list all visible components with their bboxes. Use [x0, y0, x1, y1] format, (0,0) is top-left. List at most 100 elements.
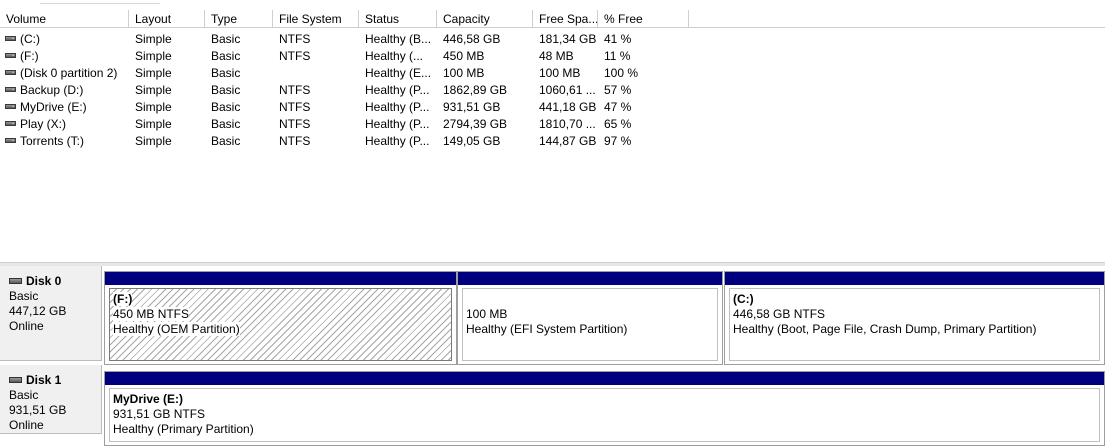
drive-icon [5, 53, 16, 58]
cell-volume: Backup (D:) [20, 83, 84, 97]
drive-icon [5, 138, 16, 143]
cell-volume: Torrents (T:) [20, 134, 85, 148]
cell-layout: Simple [135, 32, 172, 46]
cell-percent-free: 47 % [604, 100, 632, 114]
cell-layout: Simple [135, 117, 172, 131]
cell-type: Basic [211, 49, 241, 63]
disk-row-0: Disk 0 Basic 447,12 GB Online (F:) 450 MB NTF… [0, 266, 1105, 365]
cell-percent-free: 65 % [604, 117, 632, 131]
disk-map: Disk 0 Basic 447,12 GB Online (F:) 450 MB NTF… [0, 266, 1105, 446]
partition-bar [105, 272, 456, 285]
column-header-free-space[interactable]: Free Spa... [533, 10, 598, 28]
cell-status: Healthy (B... [365, 32, 432, 46]
drive-icon [5, 70, 16, 75]
table-row[interactable]: MyDrive (E:) Simple Basic NTFS Healthy (P...… [0, 98, 1105, 115]
cell-file-system: NTFS [279, 117, 311, 131]
cell-percent-free: 57 % [604, 83, 632, 97]
cell-file-system: NTFS [279, 32, 311, 46]
partition-status: Healthy (Boot, Page File, Crash Dump, Pr… [733, 322, 1037, 336]
disk-name: Disk 1 [9, 373, 101, 388]
cell-file-system: NTFS [279, 83, 311, 97]
column-header-status[interactable]: Status [359, 10, 437, 28]
disk-size: 447,12 GB [9, 304, 67, 318]
partition-bar [458, 272, 722, 285]
column-header-type[interactable]: Type [205, 10, 273, 28]
cell-capacity: 931,51 GB [443, 100, 501, 114]
disk-type: Basic [9, 289, 39, 303]
partition-status: Healthy (OEM Partition) [113, 322, 240, 336]
cell-free-space: 100 MB [539, 66, 581, 80]
disk-icon [9, 377, 22, 383]
cell-file-system: NTFS [279, 49, 311, 63]
cell-percent-free: 41 % [604, 32, 632, 46]
partition-title: (C:) [733, 292, 754, 306]
partition-details: (F:) 450 MB NTFS Healthy (OEM Partition) [109, 288, 452, 361]
table-row[interactable]: Torrents (T:) Simple Basic NTFS Healthy (P..… [0, 132, 1105, 149]
disk-state: Online [9, 418, 44, 432]
partition-details: (C:) 446,58 GB NTFS Healthy (Boot, Page Fi… [729, 288, 1100, 361]
disk-label[interactable]: Disk 0 Basic 447,12 GB Online [0, 266, 102, 361]
cell-type: Basic [211, 83, 241, 97]
cell-volume: MyDrive (E:) [20, 100, 87, 114]
cell-volume: Play (X:) [20, 117, 67, 131]
cell-type: Basic [211, 134, 241, 148]
cell-layout: Simple [135, 66, 172, 80]
cell-status: Healthy (P... [365, 100, 430, 114]
cell-status: Healthy (P... [365, 134, 430, 148]
column-header-capacity[interactable]: Capacity [437, 10, 533, 28]
partition-details: 100 MB Healthy (EFI System Partition) [462, 288, 718, 361]
column-header-layout[interactable]: Layout [129, 10, 205, 28]
partition-size: 100 MB [466, 307, 508, 321]
disk-type: Basic [9, 388, 39, 402]
cell-capacity: 2794,39 GB [443, 117, 508, 131]
cell-status: Healthy (... [365, 49, 424, 63]
cell-free-space: 144,87 GB [539, 134, 596, 148]
cell-capacity: 450 MB [443, 49, 485, 63]
cell-capacity: 1862,89 GB [443, 83, 508, 97]
cell-volume: (Disk 0 partition 2) [20, 66, 118, 80]
cell-percent-free: 100 % [604, 66, 639, 80]
disk-size: 931,51 GB [9, 403, 67, 417]
table-row[interactable]: Play (X:) Simple Basic NTFS Healthy (P... 279… [0, 115, 1105, 132]
column-header-percent-free[interactable]: % Free [598, 10, 689, 28]
partition-block[interactable]: (F:) 450 MB NTFS Healthy (OEM Partition) [104, 271, 457, 365]
cell-layout: Simple [135, 83, 172, 97]
disk-name: Disk 0 [9, 274, 101, 289]
disk-row-1: Disk 1 Basic 931,51 GB Online MyDrive (E:) 93… [0, 365, 1105, 446]
cell-file-system: NTFS [279, 100, 311, 114]
partition-bar [105, 372, 1104, 385]
partition-block[interactable]: 100 MB Healthy (EFI System Partition) [457, 271, 723, 365]
partition-title [466, 292, 717, 307]
drive-icon [5, 36, 16, 41]
top-strip [0, 0, 1105, 10]
column-header-volume[interactable]: Volume [0, 10, 129, 28]
table-row[interactable]: (Disk 0 partition 2) Simple Basic Healthy (… [0, 64, 1105, 81]
column-header-filler [689, 10, 1105, 28]
cell-type: Basic [211, 66, 241, 80]
cell-layout: Simple [135, 100, 172, 114]
cell-free-space: 1810,70 ... [539, 117, 596, 131]
table-row[interactable]: (F:) Simple Basic NTFS Healthy (... 450 MB 48 … [0, 47, 1105, 64]
cell-type: Basic [211, 117, 241, 131]
cell-volume: (F:) [20, 49, 39, 63]
cell-status: Healthy (E... [365, 66, 432, 80]
drive-icon [5, 87, 16, 92]
partition-block[interactable]: (C:) 446,58 GB NTFS Healthy (Boot, Page Fi… [724, 271, 1105, 365]
cell-status: Healthy (P... [365, 117, 430, 131]
partition-title: MyDrive (E:) [113, 392, 184, 406]
cell-percent-free: 11 % [604, 49, 631, 63]
cell-type: Basic [211, 100, 241, 114]
cell-capacity: 100 MB [443, 66, 485, 80]
disk-state: Online [9, 319, 44, 333]
cell-file-system: NTFS [279, 134, 311, 148]
cell-type: Basic [211, 32, 241, 46]
partition-block[interactable]: MyDrive (E:) 931,51 GB NTFS Healthy (Prima… [104, 371, 1105, 446]
disk-label[interactable]: Disk 1 Basic 931,51 GB Online [0, 365, 102, 434]
column-header-file-system[interactable]: File System [273, 10, 359, 28]
drive-icon [5, 104, 16, 109]
cell-volume: (C:) [20, 32, 40, 46]
table-row[interactable]: Backup (D:) Simple Basic NTFS Healthy (P... 1… [0, 81, 1105, 98]
partition-title: (F:) [113, 292, 133, 306]
table-row[interactable]: (C:) Simple Basic NTFS Healthy (B... 446,58 G… [0, 30, 1105, 47]
volume-list[interactable]: Volume Layout Type File System Status Capacit… [0, 10, 1105, 262]
